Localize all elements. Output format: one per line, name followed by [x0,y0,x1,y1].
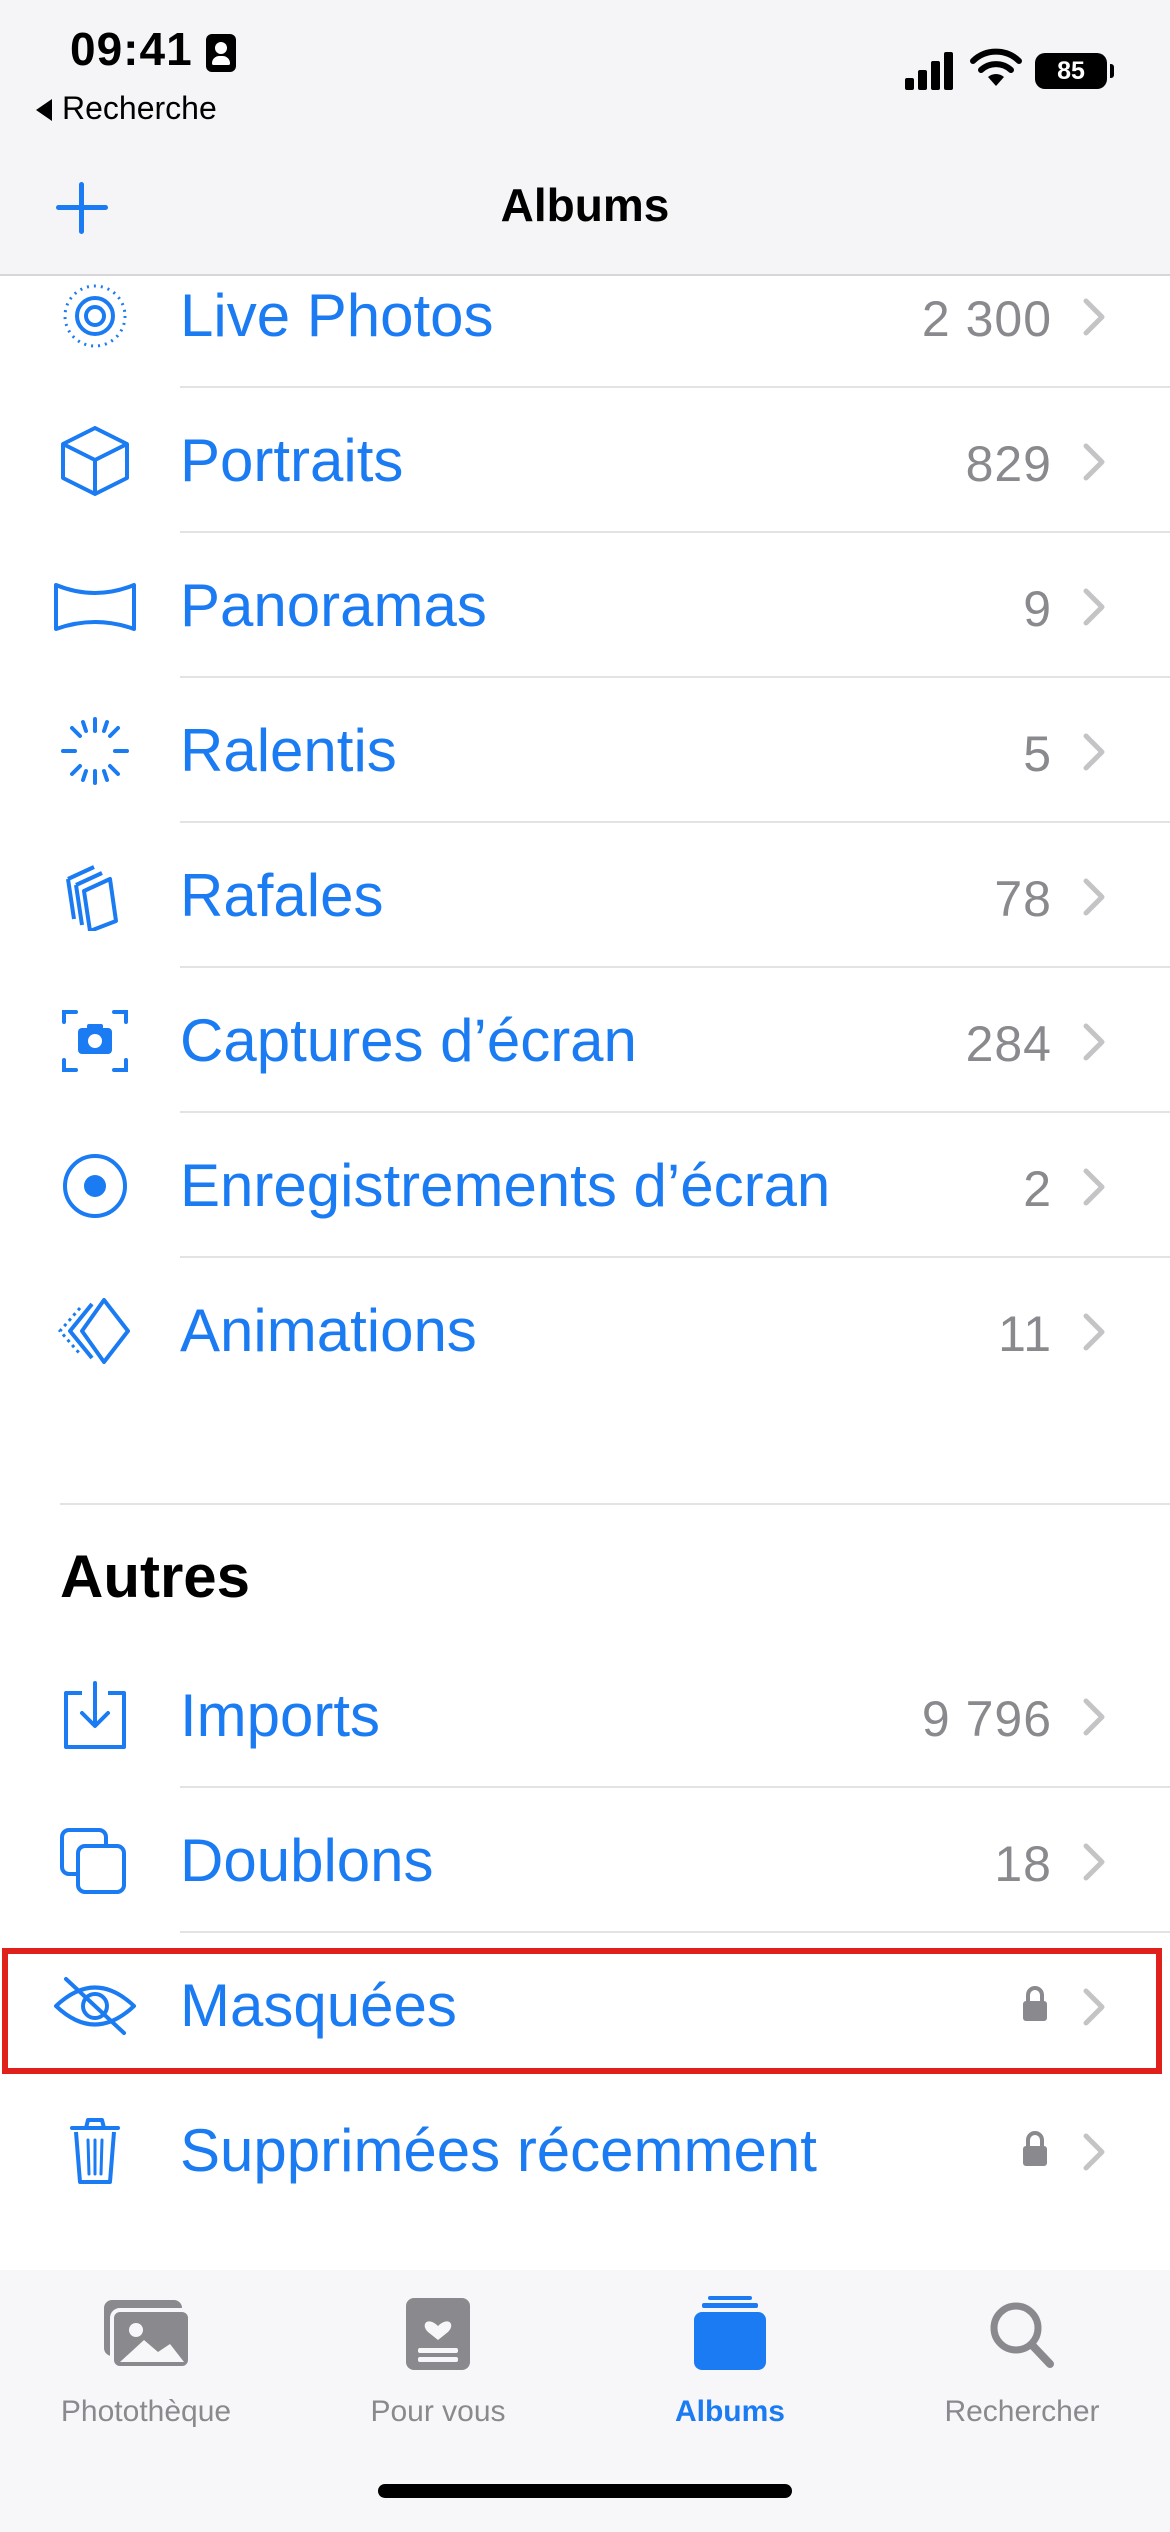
albums-icon [694,2296,766,2370]
album-count: 78 [994,871,1052,927]
screen-record-icon [63,1154,127,1218]
album-row-doublons[interactable]: Doublons 18 [0,1788,1170,1933]
live-photo-icon [63,284,127,348]
album-count: 5 [1023,726,1052,782]
album-label: Portraits [180,427,404,494]
album-row-rafales[interactable]: Rafales 78 [0,823,1170,968]
slowmo-icon [61,717,129,785]
tab-label: Rechercher [944,2395,1100,2428]
chevron-right-icon [1083,443,1105,481]
highlight-box [2,1948,1162,2074]
battery-indicator: 85 [1035,53,1114,89]
chevron-right-icon [1083,2133,1105,2171]
album-row-animations[interactable]: Animations 11 [0,1258,1170,1403]
back-app-label: Recherche [62,90,217,126]
chevron-right-icon [1083,1168,1105,1206]
album-label: Ralentis [180,717,397,784]
status-time: 09:41 [70,23,193,75]
chevron-right-icon [1083,1843,1105,1881]
tab-pour-vous[interactable]: Pour vous [292,2290,584,2429]
album-label: Captures d’écran [180,1007,637,1074]
album-count: 2 [1023,1161,1052,1217]
chevron-right-icon [1083,878,1105,916]
tab-label: Pour vous [370,2395,506,2428]
album-count: 11 [998,1306,1052,1362]
chevron-right-icon [1083,1698,1105,1736]
back-to-app-button[interactable]: Recherche [36,90,217,127]
chevron-right-icon [1083,298,1105,336]
section-divider [60,1503,1170,1505]
album-label: Live Photos [180,282,494,349]
burst-icon [66,865,118,931]
album-label: Animations [180,1297,477,1364]
album-count: 2 300 [921,291,1052,347]
cube-icon [61,426,129,496]
album-row-ralentis[interactable]: Ralentis 5 [0,678,1170,823]
screenshot-icon [62,1010,128,1072]
album-label: Imports [180,1682,381,1749]
chevron-right-icon [1083,1313,1105,1351]
album-row-imports[interactable]: Imports 9 796 [0,1643,1170,1788]
home-indicator[interactable] [378,2484,792,2498]
album-row-captures[interactable]: Captures d’écran 284 [0,968,1170,1113]
album-count: 829 [965,436,1052,492]
tab-phototheque[interactable]: Photothèque [0,2290,292,2429]
album-count: 284 [965,1016,1052,1072]
album-label: Doublons [180,1827,434,1894]
chevron-right-icon [1083,733,1105,771]
album-row-enregistrements[interactable]: Enregistrements d’écran 2 [0,1113,1170,1258]
album-row-portraits[interactable]: Portraits 829 [0,388,1170,533]
album-label: Rafales [180,862,384,929]
search-icon [990,2302,1054,2368]
back-triangle-icon [36,99,52,121]
album-count: 18 [994,1836,1052,1892]
wifi-icon [970,48,1022,86]
album-count: 9 796 [921,1691,1052,1747]
tab-rechercher[interactable]: Rechercher [876,2290,1168,2429]
status-bar: 09:41 Recherche 85 [0,0,1170,150]
section-title-autres: Autres [60,1543,251,1610]
album-label: Supprimées récemment [180,2117,817,2184]
album-count: 9 [1023,581,1052,637]
import-icon [64,1681,126,1749]
tab-label: Albums [674,2395,785,2428]
album-label: Panoramas [180,572,487,639]
lock-icon [1023,2131,1047,2166]
album-row-supprimees[interactable]: Supprimées récemment [0,2078,1170,2223]
contact-card-icon [206,34,236,72]
cellular-signal-icon [905,50,955,90]
trash-icon [70,2118,120,2184]
duplicate-icon [60,1828,126,1894]
page-title: Albums [500,179,670,231]
tab-albums[interactable]: Albums [584,2290,876,2429]
chevron-right-icon [1083,1023,1105,1061]
animation-icon [58,1298,130,1364]
album-row-panoramas[interactable]: Panoramas 9 [0,533,1170,678]
panorama-icon [54,583,136,631]
chevron-right-icon [1083,588,1105,626]
for-you-icon [406,2298,470,2370]
tab-label: Photothèque [60,2395,232,2428]
album-row-live-photos[interactable]: Live Photos 2 300 [0,243,1170,388]
library-icon [104,2300,192,2370]
album-label: Enregistrements d’écran [180,1152,831,1219]
